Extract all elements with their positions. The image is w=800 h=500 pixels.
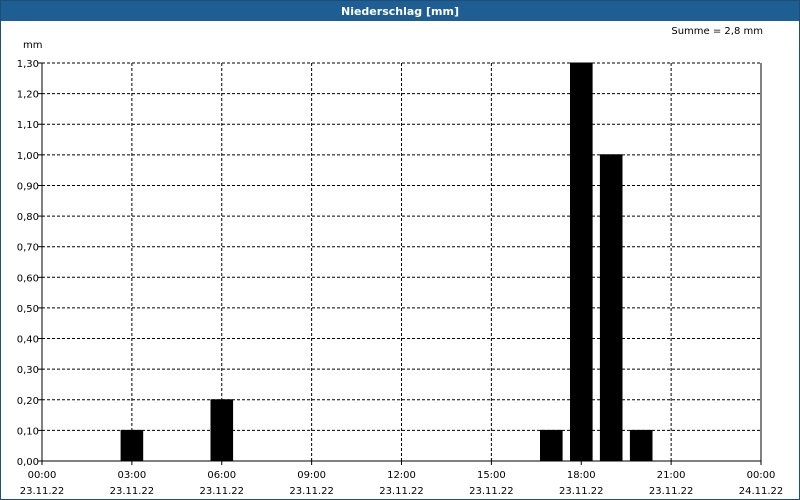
precipitation-bar <box>599 154 623 462</box>
y-tick-label: 1,30 <box>17 59 39 70</box>
x-tick-time-label: 06:00 <box>207 470 236 481</box>
y-tick-label: 0,40 <box>17 335 39 346</box>
y-tick-label: 0,10 <box>17 426 39 437</box>
x-tick-date-label: 23.11.22 <box>199 486 244 497</box>
x-tick-time-label: 00:00 <box>747 470 776 481</box>
y-tick-label: 0,60 <box>17 273 39 284</box>
x-tick-time-label: 18:00 <box>567 470 596 481</box>
chart-window: Niederschlag [mm] Summe = 2,8 mm mm 0,00… <box>0 0 800 500</box>
x-tick-date-label: 23.11.22 <box>559 486 604 497</box>
x-tick-time-label: 12:00 <box>387 470 416 481</box>
window-title: Niederschlag [mm] <box>1 1 799 21</box>
x-tick-date-label: 23.11.22 <box>289 486 334 497</box>
x-tick-date-label: 23.11.22 <box>649 486 694 497</box>
y-tick-label: 1,00 <box>17 151 39 162</box>
x-tick-time-label: 21:00 <box>657 470 686 481</box>
x-tick-time-label: 15:00 <box>477 470 506 481</box>
y-tick-label: 0,20 <box>17 396 39 407</box>
x-tick-date-label: 24.11.22 <box>739 486 784 497</box>
precipitation-bar <box>210 399 234 462</box>
x-tick-time-label: 09:00 <box>297 470 326 481</box>
precipitation-bar <box>629 429 653 462</box>
y-tick-label: 0,30 <box>17 365 39 376</box>
precipitation-bar <box>570 62 593 462</box>
y-tick-label: 0,00 <box>17 457 39 468</box>
y-tick-label: 0,50 <box>17 304 39 315</box>
y-tick-label: 0,90 <box>17 181 39 192</box>
x-tick-date-label: 23.11.22 <box>20 486 65 497</box>
y-tick-label: 1,20 <box>17 90 39 101</box>
x-tick-date-label: 23.11.22 <box>379 486 424 497</box>
x-tick-date-label: 23.11.22 <box>110 486 155 497</box>
y-tick-label: 0,80 <box>17 212 39 223</box>
precipitation-chart: 0,00 0,10 0,20 0,30 0,40 0,50 0,60 0,70 0,80 0,90… <box>17 59 784 497</box>
precipitation-bar <box>540 429 563 462</box>
y-tick-label: 1,10 <box>17 120 39 131</box>
x-tick-date-label: 23.11.22 <box>469 486 514 497</box>
y-tick-label: 0,70 <box>17 243 39 254</box>
x-tick-time-label: 00:00 <box>28 470 57 481</box>
x-tick-time-label: 03:00 <box>117 470 146 481</box>
precipitation-bar <box>120 429 144 462</box>
